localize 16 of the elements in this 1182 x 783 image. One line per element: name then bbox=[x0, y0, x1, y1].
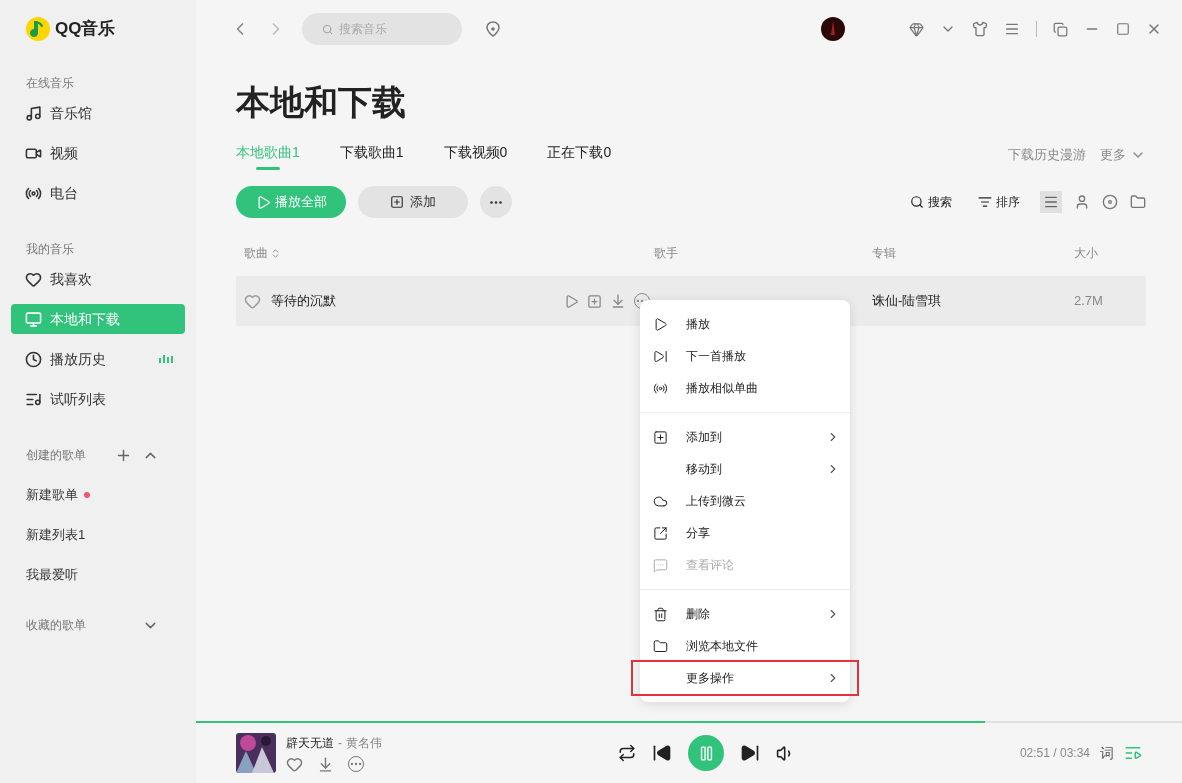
track-artist: 黄名伟 bbox=[346, 734, 382, 752]
track-title: 辟天无道 bbox=[286, 734, 334, 752]
separator: - bbox=[338, 734, 342, 752]
page-title: 本地和下载 bbox=[236, 82, 407, 123]
column-header: 大小 bbox=[1074, 245, 1099, 262]
size-cell-text: 2.7M bbox=[1074, 292, 1104, 311]
app-name: QQ音乐 bbox=[55, 18, 116, 41]
play-time: 02:51 / 03:34 bbox=[1019, 745, 1090, 762]
song-title: 等待的沉默 bbox=[271, 292, 337, 311]
section-title: 创建的歌单 bbox=[26, 447, 87, 464]
column-header: 专辑 bbox=[872, 245, 897, 262]
section-title: 收藏的歌单 bbox=[26, 617, 87, 634]
album-cell-text: 诛仙-陆雪琪 bbox=[872, 292, 943, 311]
section-title: 在线音乐 bbox=[25, 75, 75, 92]
column-header: 歌手 bbox=[654, 245, 679, 262]
section-title: 我的音乐 bbox=[25, 241, 75, 258]
